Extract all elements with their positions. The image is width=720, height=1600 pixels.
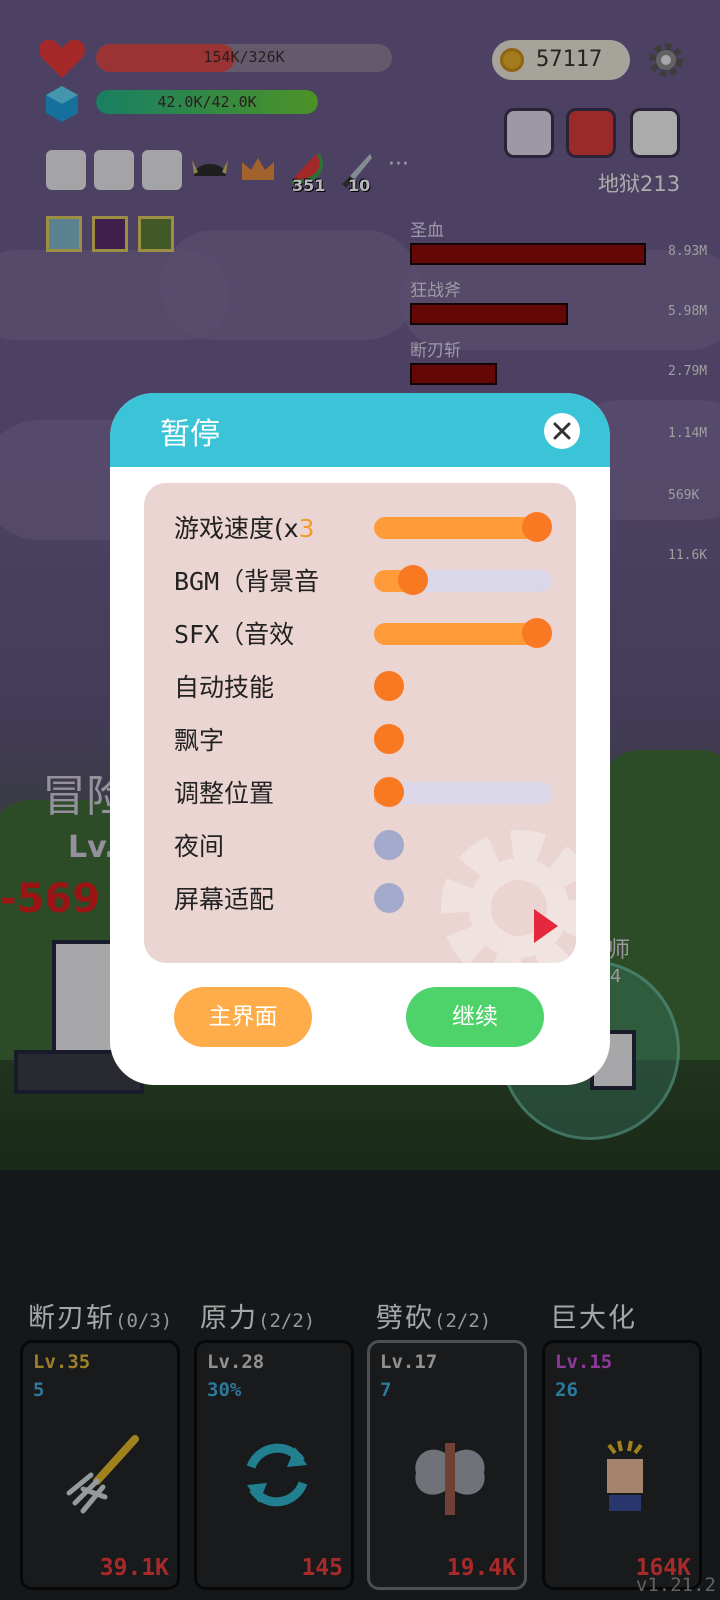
sfx-volume-slider[interactable] — [374, 618, 552, 648]
position-slider[interactable] — [374, 777, 552, 807]
setting-label-screen-fit: 屏幕适配 — [174, 885, 275, 914]
setting-label-adjust-position: 调整位置 — [174, 779, 275, 808]
speed-slider[interactable] — [374, 512, 552, 542]
continue-button[interactable]: 继续 — [406, 987, 544, 1047]
slider-knob[interactable] — [522, 618, 552, 648]
setting-label-auto-skill: 自动技能 — [174, 673, 275, 702]
close-button[interactable] — [544, 413, 580, 449]
setting-label-bgm: BGM（背景音 — [174, 567, 320, 596]
settings-panel: 游戏速度(x3 BGM（背景音 SFX（音效 自动技能 飘字 调整位置 夜间 屏… — [144, 483, 576, 963]
dialog-header: 暂停 — [110, 393, 610, 467]
night-mode-toggle[interactable] — [374, 830, 404, 860]
slider-knob[interactable] — [374, 777, 404, 807]
pause-dialog: 暂停 游戏速度(x3 BGM（背景音 SFX（音效 自动技能 飘字 调整位置 夜… — [110, 393, 610, 1085]
slider-knob[interactable] — [522, 512, 552, 542]
setting-label-floating-text: 飘字 — [174, 726, 225, 755]
main-menu-button[interactable]: 主界面 — [174, 987, 312, 1047]
close-icon — [553, 422, 571, 440]
setting-label-sfx: SFX（音效 — [174, 620, 295, 649]
setting-label-night-mode: 夜间 — [174, 832, 225, 861]
slider-fill — [374, 517, 537, 539]
screen-fit-toggle[interactable] — [374, 883, 404, 913]
setting-label-speed: 游戏速度(x3 — [174, 514, 315, 543]
dialog-title: 暂停 — [160, 417, 220, 452]
slider-fill — [374, 623, 537, 645]
bgm-volume-slider[interactable] — [374, 565, 552, 595]
play-icon[interactable] — [534, 909, 558, 943]
slider-knob[interactable] — [398, 565, 429, 595]
floating-text-toggle[interactable] — [374, 724, 404, 754]
auto-skill-toggle[interactable] — [374, 671, 404, 701]
